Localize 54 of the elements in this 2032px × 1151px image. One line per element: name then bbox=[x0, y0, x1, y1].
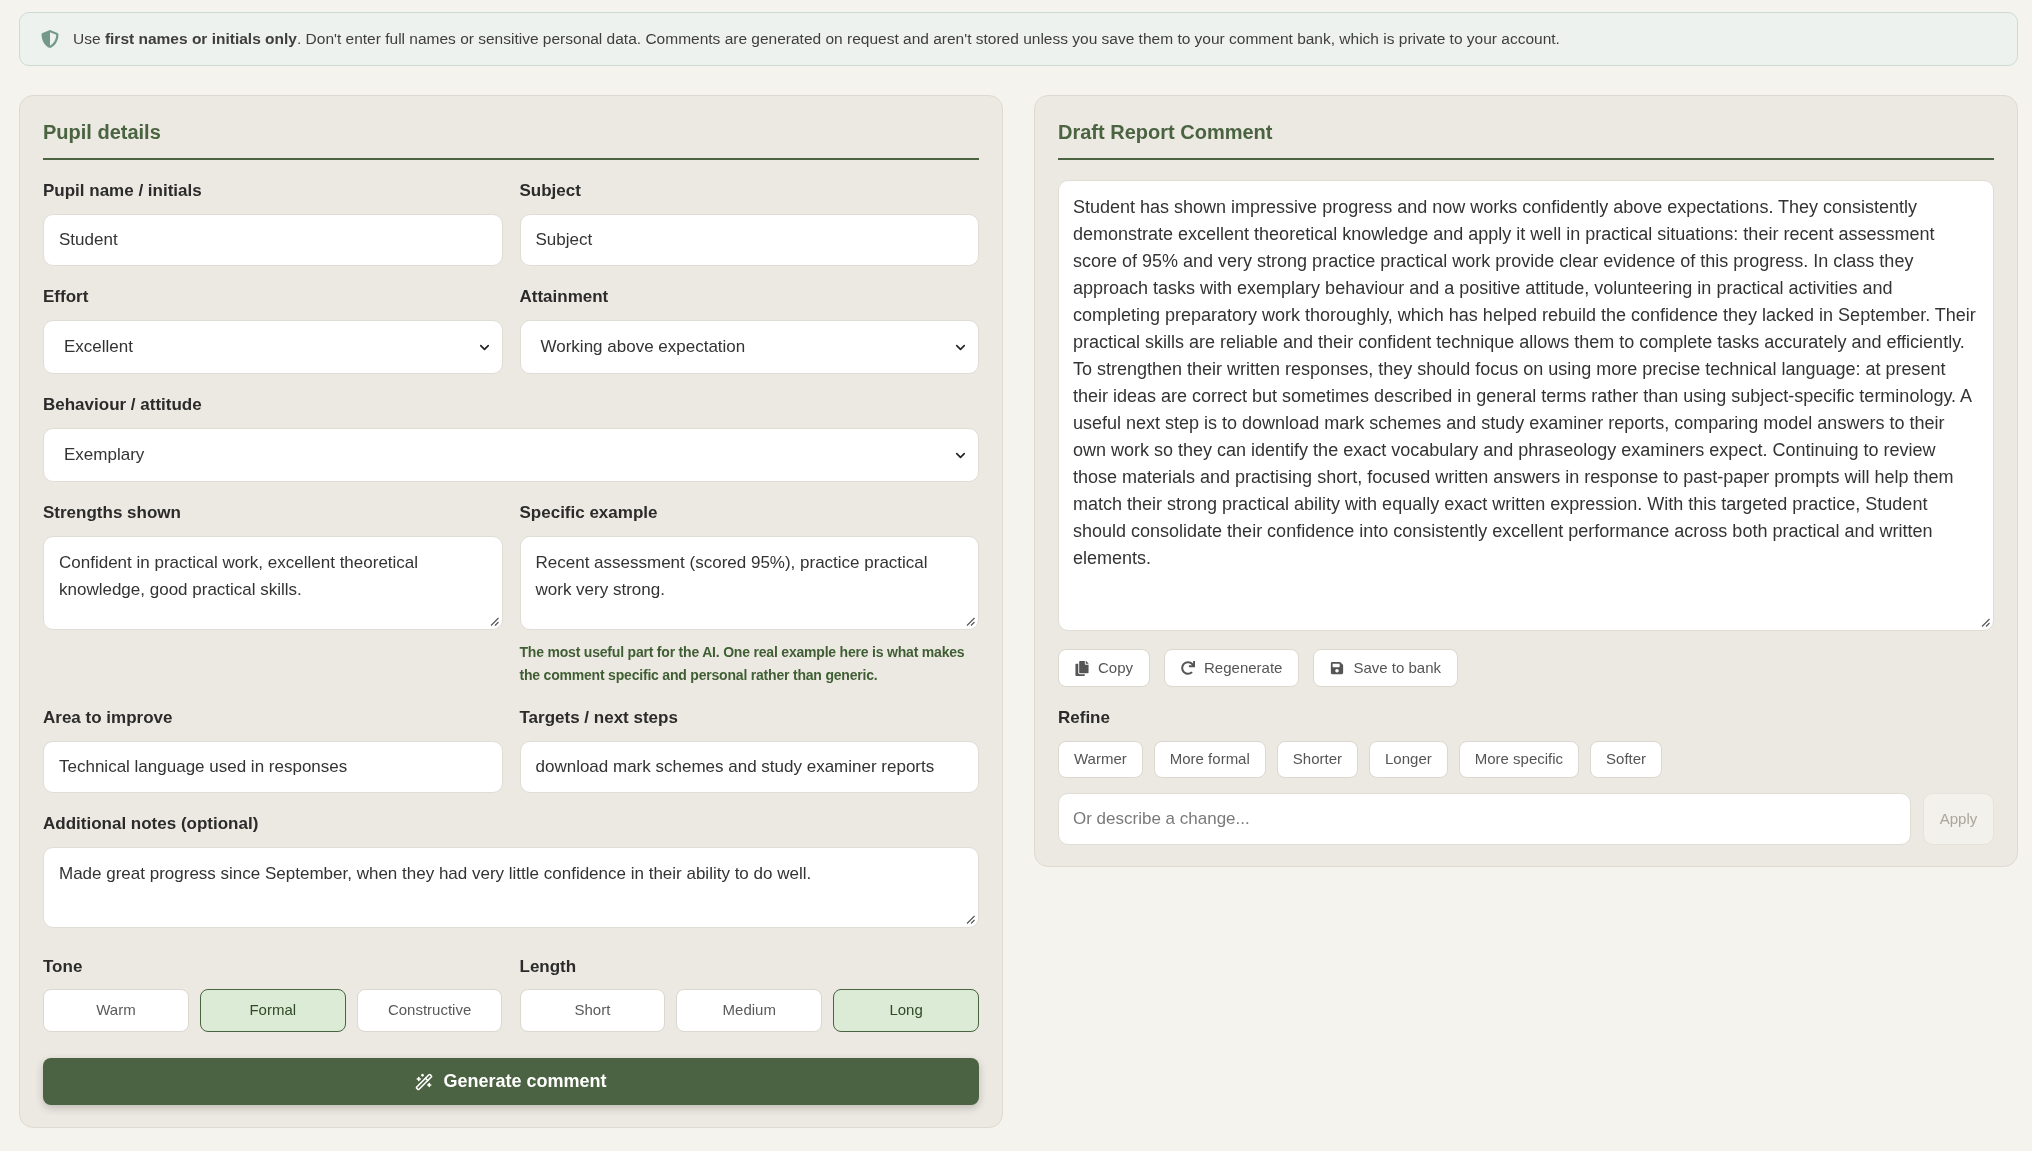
field-label: Attainment bbox=[519, 286, 610, 308]
dropdown-field[interactable]: Excellent bbox=[43, 320, 503, 374]
option-button[interactable]: Warm bbox=[43, 989, 189, 1032]
resize-handle-icon[interactable] bbox=[1981, 618, 1990, 627]
option-button[interactable]: Constructive bbox=[356, 989, 503, 1032]
option-button[interactable]: Long bbox=[833, 989, 979, 1032]
dropdown-field[interactable]: Working above expectation bbox=[519, 320, 979, 374]
resize-handle-icon[interactable] bbox=[966, 617, 975, 626]
field-label: Pupil name / initials bbox=[43, 180, 203, 202]
text-field[interactable]: download mark schemes and study examiner reports bbox=[519, 741, 979, 793]
regenerate-button[interactable]: Regenerate bbox=[1164, 649, 1300, 687]
change-input[interactable]: Or describe a change... bbox=[1058, 793, 1911, 845]
refine-chip[interactable]: More specific bbox=[1458, 741, 1580, 778]
field-label: Area to improve bbox=[43, 707, 174, 729]
notice-text: Use first names or initials only. Don't enter full names or sensitive personal data. Comments are generated on request and aren't stored unless you save them to your comment bank, which is private to your account. bbox=[73, 29, 1560, 50]
rotate-arrow-icon bbox=[1181, 661, 1196, 675]
copy-icon bbox=[1075, 660, 1089, 676]
option-button[interactable]: Medium bbox=[676, 989, 823, 1032]
text-field[interactable]: Subject bbox=[519, 214, 979, 266]
text-field[interactable]: Student bbox=[43, 214, 503, 266]
field-label: Tone bbox=[43, 956, 84, 978]
field-label: Subject bbox=[519, 180, 582, 202]
option-button[interactable]: Formal bbox=[199, 989, 346, 1032]
resize-handle-icon[interactable] bbox=[489, 617, 499, 626]
resize-handle-icon[interactable] bbox=[966, 915, 975, 924]
field-label: Additional notes (optional) bbox=[43, 813, 260, 835]
generate-button[interactable]: Generate comment bbox=[43, 1058, 979, 1105]
save-button[interactable]: Save to bank bbox=[1313, 649, 1458, 687]
field-label: Effort bbox=[43, 286, 90, 308]
panel-heading: Draft Report Comment bbox=[1058, 118, 1994, 160]
shield-icon bbox=[41, 29, 59, 49]
refine-chip[interactable]: Softer bbox=[1590, 741, 1663, 778]
magic-wand-icon bbox=[415, 1072, 434, 1091]
comment-text-area[interactable]: Student has shown impressive progress and now works confidently above expectations. They consistently demonstrate excellent theoretical knowledge and apply it well in practical situations: their recent assessment score of 95% and very strong practice practical work provide clear evidence of this progress. In class they approach tasks with exemplary behaviour and a positive attitude, volunteering in practical activities and completing preparatory work thoroughly, which has helped rebuild the confidence they lacked in September. Their practical skills are reliable and their confident technique allows them to complete tasks accurately and efficiently. To strengthen their written responses, they should focus on using more precise technical language: at present their ideas are correct but sometimes described in general terms rather than using subject-specific terminology. A useful next step is to download mark schemes and study examiner reports, comparing model answers to their own work so they can identify the exact vocabulary and phraseology examiners expect. Continuing to review those materials and practising short, focused written answers in response to past-paper prompts will help them match their strong practical ability with equally exact written expression. With this targeted practice, Student should consolidate their confidence into consistently excellent performance across both practical and written elements. bbox=[1058, 180, 1994, 631]
refine-chip[interactable]: Shorter bbox=[1276, 741, 1358, 778]
option-button[interactable]: Short bbox=[519, 989, 666, 1032]
copy-button[interactable]: Copy bbox=[1058, 649, 1151, 687]
hint-text: The most useful part for the AI. One real example here is what makes the comment specific and personal rather than generic. bbox=[519, 643, 966, 685]
refine-chip[interactable]: More formal bbox=[1153, 741, 1266, 778]
text-area-field[interactable]: Recent assessment (scored 95%), practice practical work very strong. bbox=[519, 536, 979, 630]
panel-heading: Pupil details bbox=[43, 118, 979, 160]
refine-chip[interactable]: Warmer bbox=[1058, 741, 1143, 778]
field-label: Strengths shown bbox=[43, 502, 182, 524]
dropdown-field[interactable]: Exemplary bbox=[43, 428, 979, 482]
field-label: Length bbox=[519, 956, 578, 978]
text-area-field[interactable]: Made great progress since September, when they had very little confidence in their ability to do well. bbox=[43, 847, 979, 928]
section-label: Refine bbox=[1058, 707, 1111, 729]
refine-chip[interactable]: Longer bbox=[1369, 741, 1448, 778]
text-field[interactable]: Technical language used in responses bbox=[43, 741, 503, 793]
field-label: Behaviour / attitude bbox=[43, 394, 203, 416]
text-area-field[interactable]: Confident in practical work, excellent theoretical knowledge, good practical skills. bbox=[43, 536, 503, 630]
field-label: Targets / next steps bbox=[519, 707, 679, 729]
save-icon bbox=[1330, 661, 1345, 675]
field-label: Specific example bbox=[519, 502, 659, 524]
